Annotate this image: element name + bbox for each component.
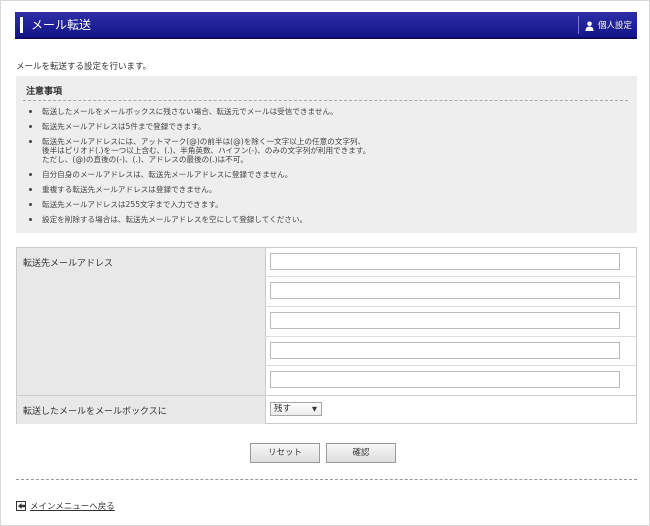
intro-text: メールを転送する設定を行います。 — [16, 62, 152, 72]
back-arrow-icon — [16, 501, 26, 511]
forward-settings-form: 転送先メールアドレス 転送したメールをメールボックスに 残す ▼ — [16, 247, 637, 424]
notice-item: 設定を削除する場合は、転送先メールアドレスを空にして登録してください。 — [27, 215, 627, 224]
bullet-icon — [29, 125, 32, 128]
notice-item-text: 転送先メールアドレスは255文字まで入力できます。 — [42, 200, 223, 209]
address-label: 転送先メールアドレス — [23, 259, 114, 269]
notice-item-text: 自分自身のメールアドレスは、転送先メールアドレスに登録できません。 — [42, 170, 293, 179]
header-divider — [578, 16, 579, 34]
personal-settings-label: 個人設定 — [598, 21, 633, 31]
header-bar: メール転送 個人設定 — [15, 12, 637, 39]
address-row — [266, 366, 636, 396]
keep-label-cell: 転送したメールをメールボックスに — [17, 396, 265, 424]
bullet-icon — [29, 218, 32, 221]
back-to-main-menu-link[interactable]: メインメニューへ戻る — [16, 500, 115, 512]
back-link-label: メインメニューへ戻る — [30, 502, 115, 512]
address-row — [266, 307, 636, 337]
notice-item-text: ただし、(@)の直後の(-)、(.)、アドレスの最後の(.)は不可。 — [42, 155, 248, 164]
address-label-cell: 転送先メールアドレス — [17, 248, 265, 395]
keep-row: 残す ▼ — [266, 396, 636, 424]
keep-mail-select[interactable]: 残す ▼ — [270, 402, 322, 416]
bullet-icon — [29, 203, 32, 206]
bullet-icon — [29, 188, 32, 191]
header-accent — [20, 17, 23, 33]
address-row — [266, 248, 636, 277]
reset-button[interactable]: リセット — [250, 443, 320, 463]
address-row — [266, 277, 636, 307]
keep-mail-selected-value: 残す — [274, 404, 292, 414]
forward-address-input-2[interactable] — [270, 282, 620, 299]
notice-item-text: 後半はピリオド(.)を一つ以上含む、(.)、半角英数、ハイフン(-)、のみの文字… — [42, 146, 371, 155]
notice-item: 転送先メールアドレスは5件まで登録できます。 — [27, 122, 627, 131]
bullet-icon — [29, 173, 32, 176]
notice-item-text: 設定を削除する場合は、転送先メールアドレスを空にして登録してください。 — [42, 215, 308, 224]
forward-address-input-3[interactable] — [270, 312, 620, 329]
notice-item: 転送先メールアドレスには、アットマーク(@)の前半は(@)を除く一文字以上の任意… — [27, 137, 627, 164]
notice-list: 転送したメールをメールボックスに残さない場合、転送元でメールは受信できません。 … — [27, 107, 627, 224]
dropdown-arrow-icon: ▼ — [312, 405, 317, 413]
bullet-icon — [29, 140, 32, 143]
notice-item: 転送したメールをメールボックスに残さない場合、転送元でメールは受信できません。 — [27, 107, 627, 116]
notice-item-text: 転送先メールアドレスには、アットマーク(@)の前半は(@)を除く一文字以上の任意… — [42, 137, 366, 146]
forward-address-input-5[interactable] — [270, 371, 620, 388]
notice-heading: 注意事項 — [26, 87, 63, 97]
notice-item-text: 転送先メールアドレスは5件まで登録できます。 — [42, 122, 206, 131]
notice-item-text: 重複する転送先メールアドレスは登録できません。 — [42, 185, 217, 194]
notice-item: 転送先メールアドレスは255文字まで入力できます。 — [27, 200, 627, 209]
user-icon — [585, 21, 594, 31]
page-title: メール転送 — [31, 18, 92, 32]
notice-item: 自分自身のメールアドレスは、転送先メールアドレスに登録できません。 — [27, 170, 627, 179]
bullet-icon — [29, 110, 32, 113]
personal-settings-link[interactable]: 個人設定 — [585, 18, 632, 34]
keep-label: 転送したメールをメールボックスに — [23, 407, 167, 417]
forward-address-input-4[interactable] — [270, 342, 620, 359]
notice-item: 重複する転送先メールアドレスは登録できません。 — [27, 185, 627, 194]
address-row — [266, 337, 636, 366]
notice-rule — [23, 100, 628, 101]
notice-box: 注意事項 転送したメールをメールボックスに残さない場合、転送元でメールは受信でき… — [16, 76, 637, 233]
notice-item-text: 転送したメールをメールボックスに残さない場合、転送元でメールは受信できません。 — [42, 107, 338, 116]
forward-address-input-1[interactable] — [270, 253, 620, 270]
footer-divider — [16, 479, 637, 480]
confirm-button[interactable]: 確認 — [326, 443, 396, 463]
